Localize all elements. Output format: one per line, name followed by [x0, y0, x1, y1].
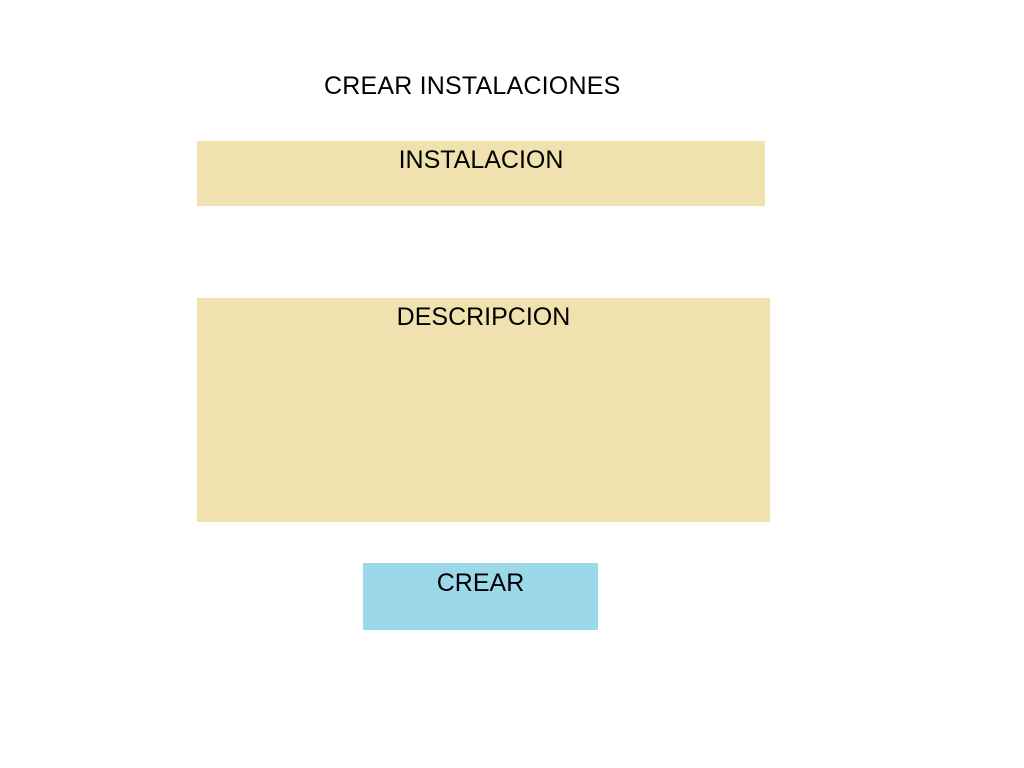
instalacion-label: INSTALACION [398, 146, 564, 174]
instalacion-field[interactable]: INSTALACION [197, 141, 765, 206]
crear-button-label: CREAR [436, 569, 525, 597]
descripcion-field[interactable]: DESCRIPCION [197, 298, 770, 522]
descripcion-label: DESCRIPCION [396, 303, 571, 331]
page-title: CREAR INSTALACIONES [324, 72, 621, 100]
create-installation-page: CREAR INSTALACIONES INSTALACION DESCRIPC… [0, 0, 1024, 768]
crear-button[interactable]: CREAR [363, 563, 598, 630]
